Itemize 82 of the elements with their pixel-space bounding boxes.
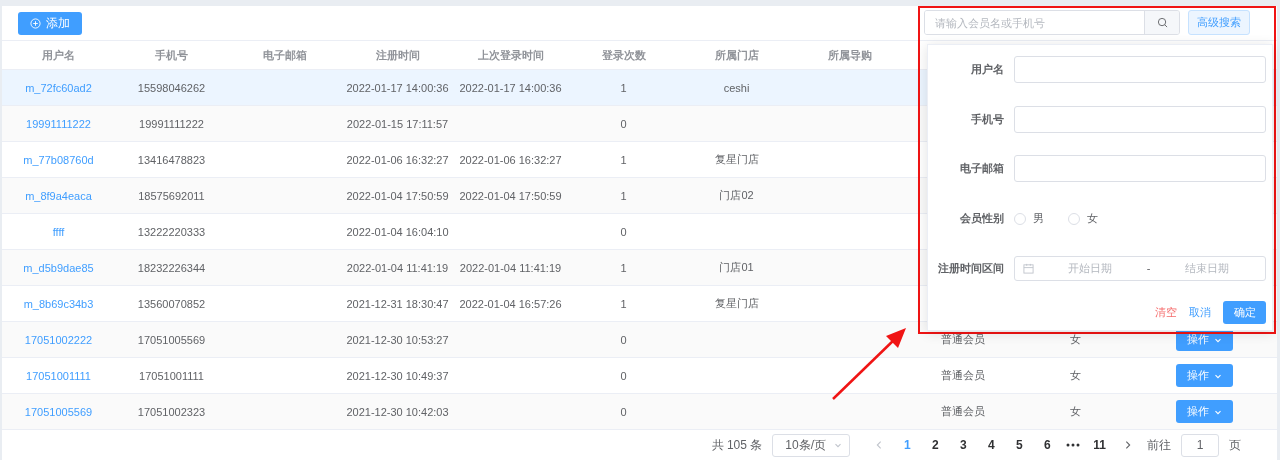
table-cell-text: 2022-01-17 14:00:36 <box>345 80 450 96</box>
page-size-select[interactable]: 10条/页 <box>772 433 851 457</box>
table-cell-text: 2021-12-30 10:42:03 <box>345 404 450 420</box>
table-cell-text: 0 <box>619 368 628 384</box>
table-cell-text: 1 <box>619 80 628 96</box>
table-cell-text: 18575692011 <box>137 188 206 204</box>
table-cell-text: 0 <box>619 116 628 132</box>
table-cell-text: 复星门店 <box>713 296 760 311</box>
column-header: 所属导购 <box>826 47 873 63</box>
table-cell-text: 普通会员 <box>939 404 986 419</box>
input-field[interactable] <box>1014 56 1266 84</box>
table-cell-text: 2022-01-17 14:00:36 <box>458 80 563 96</box>
plus-circle-icon <box>30 17 41 29</box>
page-suffix: 页 <box>1229 436 1241 454</box>
column-header: 用户名 <box>41 47 76 63</box>
table-cell-text: 女 <box>1069 404 1082 419</box>
page-number[interactable]: 6 <box>1038 438 1057 452</box>
table-cell-text: 门店02 <box>718 188 755 203</box>
table-cell-text: 17051005569 <box>136 332 207 348</box>
column-header: 手机号 <box>154 47 189 63</box>
table-cell-text: 13222220333 <box>136 224 207 240</box>
table-cell-text: 2022-01-04 11:41:19 <box>458 260 563 276</box>
table-cell-text: 2022-01-04 16:57:26 <box>458 296 563 312</box>
table-cell-text: 1 <box>619 152 628 168</box>
search-field[interactable]: 请输入会员名或手机号 <box>924 10 1180 35</box>
total-count: 共 105 条 <box>711 436 763 454</box>
table-cell-text: 2022-01-04 17:50:59 <box>345 188 450 204</box>
table-cell-text: 1 <box>619 296 628 312</box>
goto-label: 前往 <box>1147 436 1171 454</box>
column-header: 所属门店 <box>713 47 760 63</box>
table-cell-text: 18232226344 <box>136 260 207 276</box>
table-cell-text: 2021-12-30 10:49:37 <box>345 368 450 384</box>
table-cell-text: 2022-01-04 17:50:59 <box>458 188 563 204</box>
table-cell-text: 复星门店 <box>713 152 760 167</box>
column-header: 登录次数 <box>600 47 647 63</box>
table-cell-text: 0 <box>619 332 628 348</box>
search-button[interactable] <box>1144 11 1179 34</box>
table-cell-text: 普通会员 <box>939 368 986 383</box>
table-cell-text: 0 <box>619 404 628 420</box>
table-cell-text: 19991111222 <box>138 116 205 132</box>
column-header: 上次登录时间 <box>476 47 545 63</box>
radio-option[interactable]: 女 <box>1068 211 1098 227</box>
table-cell-text: 13560070852 <box>136 296 207 312</box>
table-cell-text: 2022-01-06 16:32:27 <box>458 152 563 168</box>
table-cell-text: 2022-01-06 16:32:27 <box>345 152 450 168</box>
page-input[interactable]: 1 <box>1181 433 1219 457</box>
table-cell-text: 普通会员 <box>939 332 986 347</box>
table-cell-text: 2022-01-04 11:41:19 <box>345 260 450 276</box>
chevron-right-icon <box>1123 440 1133 450</box>
calendar-icon <box>1023 262 1034 274</box>
table-cell-text: 17051001111 <box>138 368 205 384</box>
form-label: 会员性别 <box>959 211 1005 227</box>
table-cell-text: 2021-12-31 18:30:47 <box>345 296 450 312</box>
form-label: 电子邮箱 <box>959 161 1005 177</box>
input-field[interactable] <box>1014 105 1266 133</box>
column-header: 注册时间 <box>374 47 421 63</box>
table-cell-text: 13416478823 <box>136 152 207 168</box>
table-cell-text: 2021-12-30 10:53:27 <box>345 332 450 348</box>
table-cell-text: 门店01 <box>718 260 755 275</box>
table-cell-text: 1 <box>619 260 628 276</box>
table-cell-text: ceshi <box>722 80 751 96</box>
page-number[interactable]: 2 <box>926 438 945 452</box>
page-number[interactable]: 3 <box>954 438 973 452</box>
form-label: 手机号 <box>970 111 1005 127</box>
table-cell-text: 女 <box>1069 332 1082 347</box>
table-cell-text: 2022-01-04 16:04:10 <box>345 224 450 240</box>
date-range-field[interactable]: 开始日期 - 结束日期 <box>1014 255 1266 281</box>
radio-option[interactable]: 男 <box>1014 211 1044 227</box>
column-header: 电子邮箱 <box>261 47 308 63</box>
table-cell-text: 0 <box>619 224 628 240</box>
page-number[interactable]: 5 <box>1010 438 1029 452</box>
table-cell-text: 2022-01-15 17:11:57 <box>345 116 450 132</box>
search-icon <box>1156 17 1168 28</box>
table-cell-text: 17051002323 <box>136 404 207 420</box>
more-pages-icon[interactable] <box>1066 443 1081 447</box>
table-cell-text: 女 <box>1069 368 1082 383</box>
page-number[interactable]: 11 <box>1090 438 1109 452</box>
form-label: 注册时间区间 <box>937 260 1005 276</box>
input-field[interactable] <box>1014 155 1266 183</box>
table-cell-text: 1 <box>619 188 628 204</box>
table-cell-text: 15598046262 <box>136 80 207 96</box>
page-number[interactable]: 4 <box>982 438 1001 452</box>
